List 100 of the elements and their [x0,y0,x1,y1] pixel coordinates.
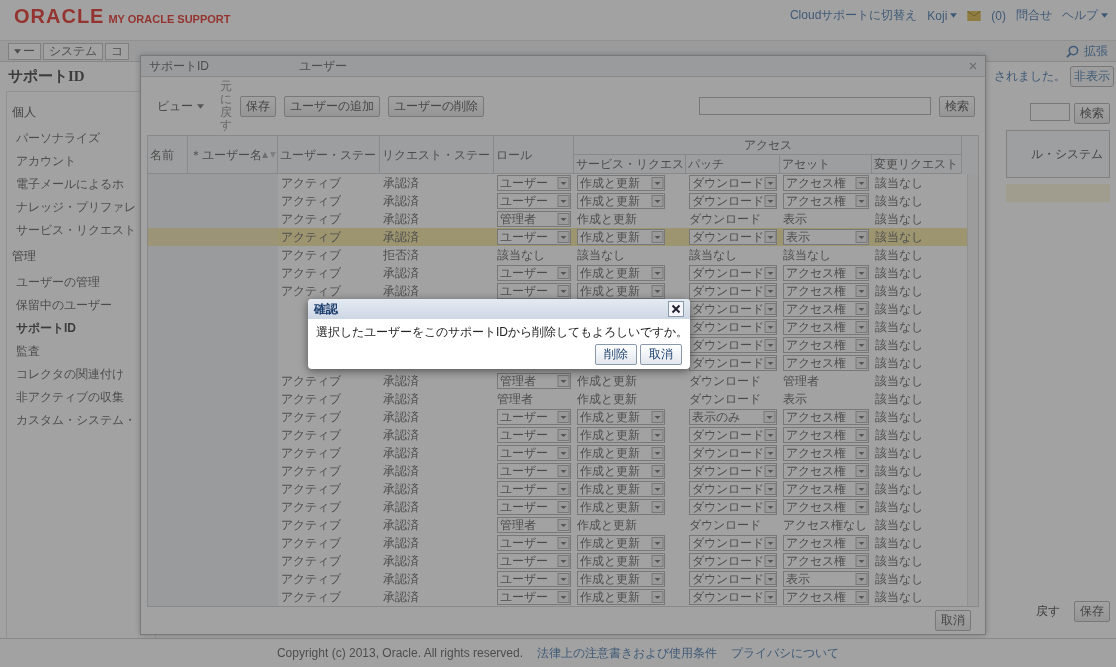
dropdown-field[interactable]: 管理者 [497,517,571,533]
dropdown-field[interactable]: ダウンロード [689,463,777,479]
dropdown-field[interactable]: 作成と更新 [577,283,665,299]
oracle-logo[interactable]: ORACLE [14,5,105,28]
dropdown-field[interactable]: ダウンロード [689,193,777,209]
footer-link[interactable]: プライバシについて [731,644,840,662]
sidebar-item[interactable]: コレクタの関連付け [7,363,124,386]
dropdown-field[interactable]: ダウンロード [689,337,777,353]
dropdown-field[interactable]: ユーザー [497,427,571,443]
dialog-button[interactable]: 取消 [640,344,682,365]
message-count[interactable]: (0) [991,8,1006,23]
dropdown-field[interactable]: ダウンロード [689,589,777,605]
dropdown-field[interactable]: 作成と更新 [577,571,665,587]
dropdown-field[interactable]: アクセス権 [783,553,869,569]
contact-link[interactable]: 問合せ [1016,7,1052,24]
sidebar-item[interactable]: パーソナライズ [7,127,100,150]
sidebar-item[interactable]: カスタム・システム・ [7,409,136,432]
dropdown-field[interactable]: アクセス権 [783,175,869,191]
dropdown-field[interactable]: ダウンロード [689,427,777,443]
dropdown-field[interactable]: ダウンロード [689,499,777,515]
dropdown-field[interactable]: アクセス権 [783,265,869,281]
dropdown-field[interactable]: 作成と更新 [577,409,665,425]
dropdown-field[interactable]: 作成と更新 [577,553,665,569]
search-icon[interactable] [1066,44,1079,58]
dropdown-field[interactable]: アクセス権 [783,301,869,317]
dropdown-field[interactable]: ダウンロード [689,355,777,371]
dialog-button[interactable]: 削除 [595,344,637,365]
dropdown-field[interactable]: ユーザー [497,499,571,515]
sidebar-item[interactable]: 保留中のユーザー [7,294,112,317]
dropdown-field[interactable]: ユーザー [497,193,571,209]
sidebar-item[interactable]: 電子メールによるホ [7,173,124,196]
sidebar-item[interactable]: ナレッジ・プリファレ [7,196,136,219]
view-menu[interactable]: ビュー [157,97,204,115]
footer-link[interactable]: 法律上の注意書きおよび使用条件 [537,644,718,662]
mail-icon[interactable] [967,10,982,21]
sort-icon[interactable] [262,151,276,158]
dropdown-field[interactable]: ユーザー [497,409,571,425]
dropdown-field[interactable]: アクセス権 [783,193,869,209]
dropdown-field[interactable]: 表示 [783,571,869,587]
header-link[interactable]: Koji [927,8,958,23]
search-field[interactable] [1030,103,1070,121]
hide-button[interactable]: 非表示 [1070,66,1114,87]
sidebar-item[interactable]: 非アクティブの収集 [7,386,124,409]
sidebar-item[interactable]: サービス・リクエスト [7,219,136,242]
dropdown-field[interactable]: ユーザー [497,463,571,479]
advanced-search-link[interactable]: 拡張 [1084,42,1108,60]
dropdown-field[interactable]: 表示のみ [689,409,777,425]
dropdown-field[interactable]: 作成と更新 [577,481,665,497]
toolbar-button[interactable]: 保存 [240,95,276,117]
sidebar-item[interactable]: サポートID [7,317,76,340]
toolbar-button[interactable]: ユーザーの削除 [388,95,484,117]
dropdown-field[interactable]: 作成と更新 [577,229,665,245]
dropdown-field[interactable]: 作成と更新 [577,193,665,209]
column-header[interactable]: リクエスト・ステー [380,136,494,174]
nav-tab[interactable]: コ [105,42,129,60]
dropdown-field[interactable]: ダウンロード [689,265,777,281]
dropdown-field[interactable]: 作成と更新 [577,499,665,515]
column-header[interactable]: 変更リクエスト [872,155,962,174]
search-button[interactable]: 検索 [939,95,975,117]
dropdown-field[interactable]: 作成と更新 [577,445,665,461]
dropdown-field[interactable]: ユーザー [497,535,571,551]
undo-link[interactable]: 戻す [1036,603,1060,620]
dropdown-field[interactable]: アクセス権 [783,499,869,515]
dropdown-field[interactable]: アクセス権 [783,283,869,299]
dropdown-field[interactable]: 作成と更新 [577,427,665,443]
column-header[interactable]: サービス・リクエス [574,155,686,174]
dropdown-field[interactable]: ダウンロード [689,481,777,497]
list-item[interactable]: ル・システム [1031,145,1103,163]
dropdown-field[interactable]: アクセス権 [783,427,869,443]
dropdown-field[interactable]: ユーザー [497,553,571,569]
save-button[interactable]: 保存 [1074,601,1110,622]
dropdown-field[interactable]: ユーザー [497,445,571,461]
search-button[interactable]: 検索 [1074,103,1110,124]
dropdown-field[interactable]: ダウンロード [689,553,777,569]
dropdown-field[interactable]: ダウンロード [689,319,777,335]
dropdown-field[interactable]: 管理者 [497,211,571,227]
sidebar-item[interactable]: 監査 [7,340,40,363]
dropdown-field[interactable]: ユーザー [497,589,571,605]
dropdown-field[interactable]: 管理者 [497,373,571,389]
dropdown-field[interactable]: アクセス権 [783,319,869,335]
column-header[interactable]: ロール [494,136,574,174]
dropdown-field[interactable]: アクセス権 [783,535,869,551]
dropdown-field[interactable]: ダウンロード [689,445,777,461]
dropdown-field[interactable]: ユーザー [497,571,571,587]
close-icon[interactable] [969,62,977,70]
dropdown-field[interactable]: 表示 [783,229,869,245]
dropdown-field[interactable]: ダウンロード [689,229,777,245]
cancel-button[interactable]: 取消 [935,609,971,631]
dropdown-field[interactable]: ユーザー [497,283,571,299]
nav-tab[interactable]: ー [8,42,41,60]
nav-tab[interactable]: システム [43,42,103,60]
dropdown-field[interactable]: ダウンロード [689,535,777,551]
dropdown-field[interactable]: アクセス権 [783,445,869,461]
dropdown-field[interactable]: ユーザー [497,481,571,497]
close-button[interactable] [668,301,684,317]
sidebar-item[interactable]: ユーザーの管理 [7,271,100,294]
column-header[interactable]: パッチ [686,155,780,174]
dropdown-field[interactable]: 作成と更新 [577,175,665,191]
dropdown-field[interactable]: 作成と更新 [577,589,665,605]
column-header[interactable]: ユーザー・ステー [278,136,380,174]
